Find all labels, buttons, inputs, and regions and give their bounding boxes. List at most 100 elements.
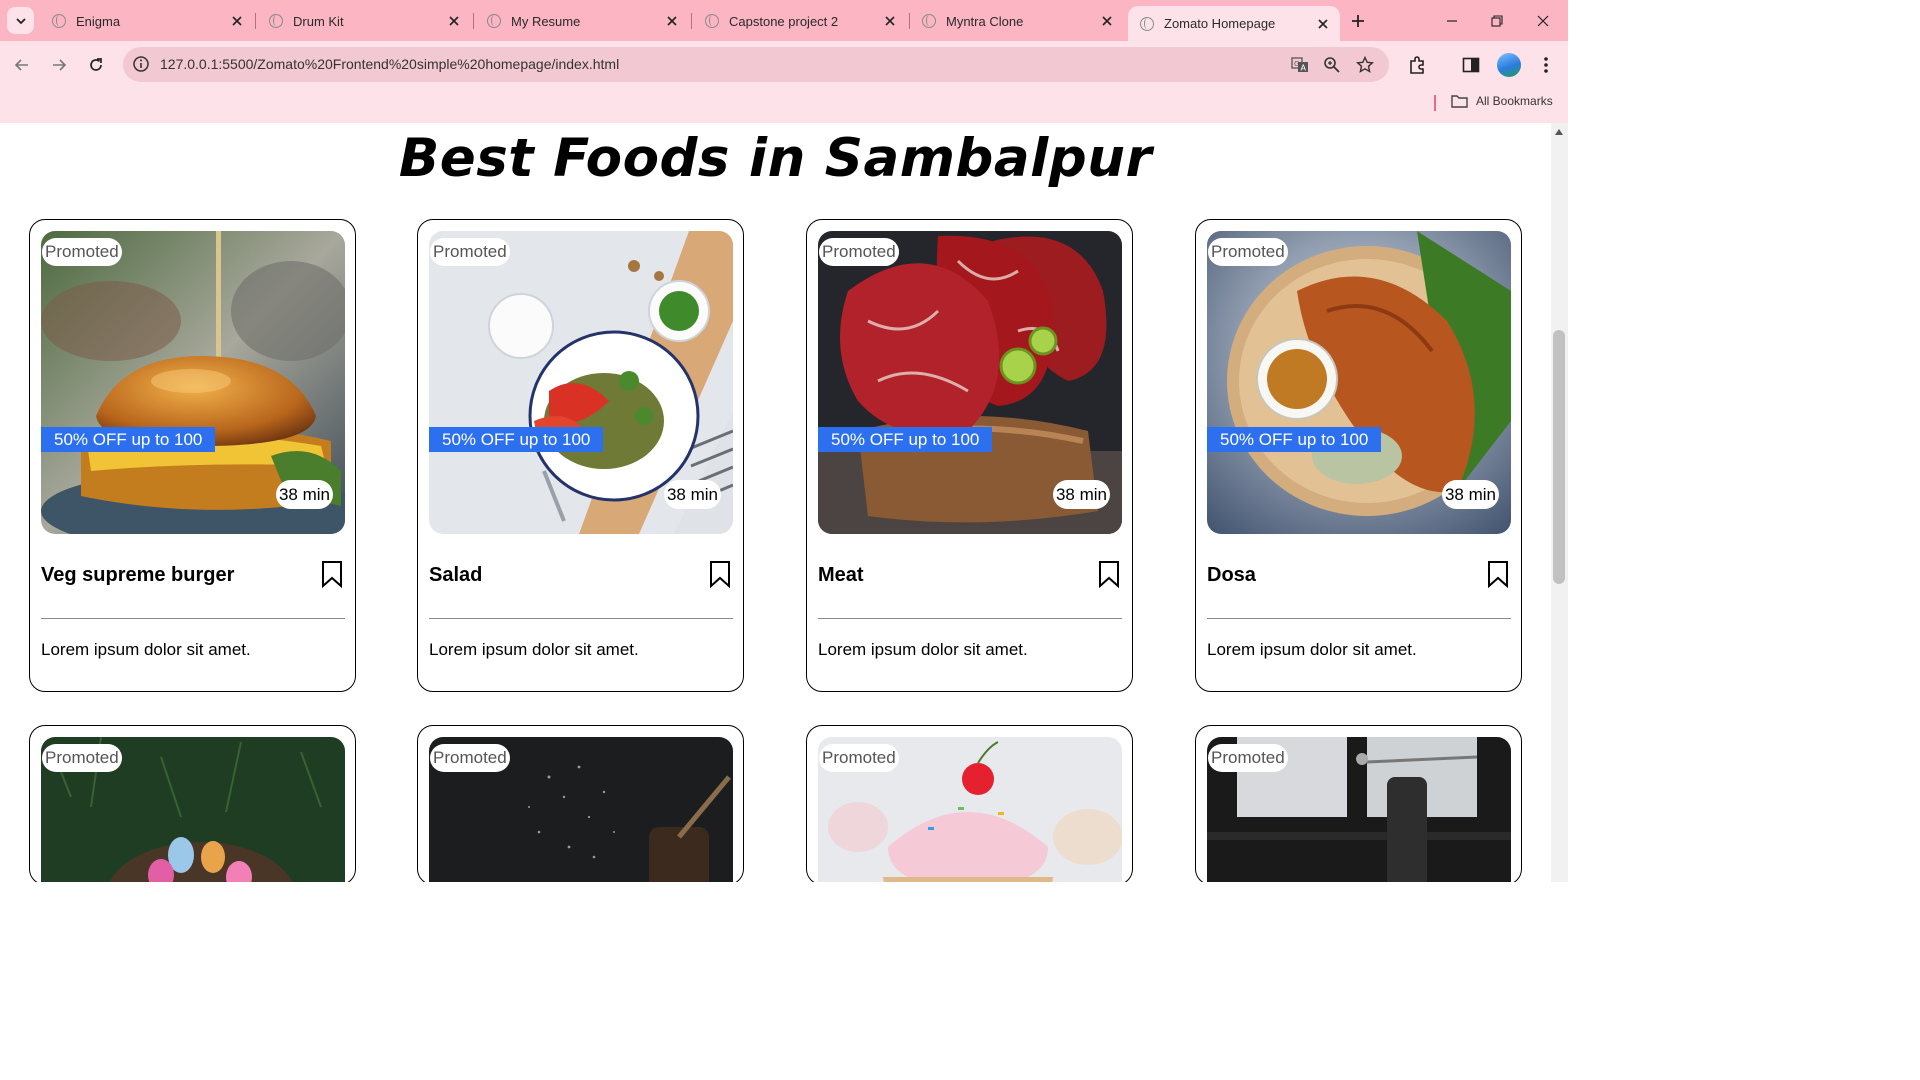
- close-icon[interactable]: [1098, 12, 1116, 30]
- promoted-badge: Promoted: [42, 744, 122, 772]
- offer-label: 50% OFF up to 100: [41, 427, 216, 452]
- food-description: Lorem ipsum dolor sit amet.: [1207, 640, 1417, 659]
- promoted-badge: Promoted: [430, 238, 510, 266]
- bookmark-icon[interactable]: [1487, 560, 1509, 588]
- all-bookmarks-label: All Bookmarks: [1476, 94, 1553, 108]
- close-icon[interactable]: [1314, 15, 1332, 33]
- tab-enigma[interactable]: Enigma: [40, 7, 254, 35]
- forward-button[interactable]: [47, 53, 71, 77]
- tab-title: My Resume: [511, 13, 581, 29]
- arrow-right-icon: [53, 59, 67, 71]
- food-card[interactable]: Promoted: [29, 725, 356, 882]
- tab-separator: [255, 13, 256, 29]
- food-card[interactable]: Promoted 50% OFF up to 100 38 min Veg su…: [29, 219, 356, 692]
- card-divider: [818, 618, 1122, 619]
- food-name: Meat: [818, 564, 864, 586]
- food-card[interactable]: Promoted 50% OFF up to 100 38 min Meat L…: [806, 219, 1133, 692]
- folder-icon: [1451, 95, 1468, 108]
- browser-toolbar: 127.0.0.1:5500/Zomato%20Frontend%20simpl…: [0, 41, 1568, 89]
- tab-myntra-clone[interactable]: Myntra Clone: [910, 7, 1124, 35]
- tab-zomato-homepage[interactable]: Zomato Homepage: [1128, 6, 1340, 41]
- tab-separator: [473, 13, 474, 29]
- new-tab-button[interactable]: [1346, 9, 1370, 33]
- arrow-left-icon: [14, 59, 28, 71]
- food-description: Lorem ipsum dolor sit amet.: [41, 640, 251, 659]
- tab-search-button[interactable]: [7, 7, 34, 34]
- back-button[interactable]: [10, 53, 34, 77]
- close-icon[interactable]: [228, 12, 246, 30]
- restore-button[interactable]: [1485, 9, 1509, 33]
- bookmark-icon[interactable]: [321, 560, 343, 588]
- globe-icon: [269, 14, 283, 28]
- delivery-time-badge: 38 min: [1441, 480, 1499, 509]
- close-icon[interactable]: [445, 12, 463, 30]
- promoted-badge: Promoted: [819, 744, 899, 772]
- food-card[interactable]: Promoted: [1195, 725, 1522, 882]
- globe-icon: [922, 14, 936, 28]
- tab-title: Enigma: [76, 13, 121, 29]
- tab-title: Myntra Clone: [946, 13, 1024, 29]
- minimize-button[interactable]: [1440, 9, 1464, 33]
- food-card[interactable]: Promoted: [417, 725, 744, 882]
- all-bookmarks-button[interactable]: All Bookmarks: [1451, 94, 1553, 108]
- tab-my-resume[interactable]: My Resume: [475, 7, 689, 35]
- food-description: Lorem ipsum dolor sit amet.: [818, 640, 1028, 659]
- bookmarks-bar: All Bookmarks: [0, 89, 1568, 123]
- tab-title: Zomato Homepage: [1164, 16, 1276, 31]
- offer-label: 50% OFF up to 100: [818, 427, 993, 452]
- menu-kebab-icon[interactable]: [1534, 53, 1558, 77]
- promoted-badge: Promoted: [1208, 744, 1288, 772]
- side-panel-icon[interactable]: [1459, 53, 1483, 77]
- close-icon[interactable]: [663, 12, 681, 30]
- tab-capstone-project[interactable]: Capstone project 2: [693, 7, 907, 35]
- food-name: Salad: [429, 564, 483, 586]
- tab-drum-kit[interactable]: Drum Kit: [257, 7, 471, 35]
- page-heading: Best Foods in Sambalpur: [398, 128, 1153, 189]
- delivery-time-badge: 38 min: [275, 480, 333, 509]
- food-card[interactable]: Promoted 50% OFF up to 100 38 min Salad …: [417, 219, 744, 692]
- restore-icon: [1491, 15, 1503, 27]
- globe-icon: [487, 14, 501, 28]
- close-window-button[interactable]: [1531, 9, 1555, 33]
- food-card[interactable]: Promoted 50% OFF up to 100 38 min Dosa L…: [1195, 219, 1522, 692]
- url-text[interactable]: 127.0.0.1:5500/Zomato%20Frontend%20simpl…: [160, 56, 619, 72]
- profile-avatar[interactable]: [1497, 53, 1521, 77]
- page-viewport: Best Foods in Sambalpur Promoted 50% OFF…: [0, 123, 1551, 882]
- tab-title: Drum Kit: [293, 13, 344, 29]
- svg-text:A: A: [1301, 64, 1307, 73]
- bookmark-star-icon[interactable]: [1355, 55, 1375, 75]
- svg-text:G: G: [1294, 60, 1299, 68]
- reload-icon: [90, 58, 102, 71]
- card-divider: [1207, 618, 1511, 619]
- promoted-badge: Promoted: [819, 238, 899, 266]
- translate-icon[interactable]: AG: [1290, 55, 1310, 75]
- promoted-badge: Promoted: [42, 238, 122, 266]
- plus-icon: [1352, 15, 1364, 27]
- address-bar[interactable]: 127.0.0.1:5500/Zomato%20Frontend%20simpl…: [123, 47, 1389, 82]
- bookmarks-separator: [1434, 95, 1436, 111]
- food-name: Dosa: [1207, 564, 1256, 586]
- vertical-scrollbar[interactable]: [1551, 123, 1568, 882]
- globe-icon: [1140, 16, 1154, 31]
- extensions-icon[interactable]: [1405, 53, 1429, 77]
- delivery-time-badge: 38 min: [663, 480, 721, 509]
- delivery-time-badge: 38 min: [1052, 480, 1110, 509]
- scroll-up-arrow-icon[interactable]: [1555, 129, 1563, 135]
- tab-title: Capstone project 2: [729, 13, 839, 29]
- bookmark-icon[interactable]: [1098, 560, 1120, 588]
- offer-label: 50% OFF up to 100: [1207, 427, 1382, 452]
- offer-label: 50% OFF up to 100: [429, 427, 604, 452]
- food-description: Lorem ipsum dolor sit amet.: [429, 640, 639, 659]
- scrollbar-thumb[interactable]: [1553, 330, 1565, 584]
- zoom-icon[interactable]: [1322, 55, 1342, 75]
- close-icon: [1537, 15, 1549, 27]
- card-divider: [429, 618, 733, 619]
- site-info-icon[interactable]: [132, 55, 150, 73]
- bookmark-icon[interactable]: [709, 560, 731, 588]
- reload-button[interactable]: [84, 53, 108, 77]
- food-card[interactable]: Promoted: [806, 725, 1133, 882]
- tab-strip: Enigma Drum Kit My Resume Capstone proje…: [0, 0, 1568, 41]
- promoted-badge: Promoted: [430, 744, 510, 772]
- promoted-badge: Promoted: [1208, 238, 1288, 266]
- close-icon[interactable]: [881, 12, 899, 30]
